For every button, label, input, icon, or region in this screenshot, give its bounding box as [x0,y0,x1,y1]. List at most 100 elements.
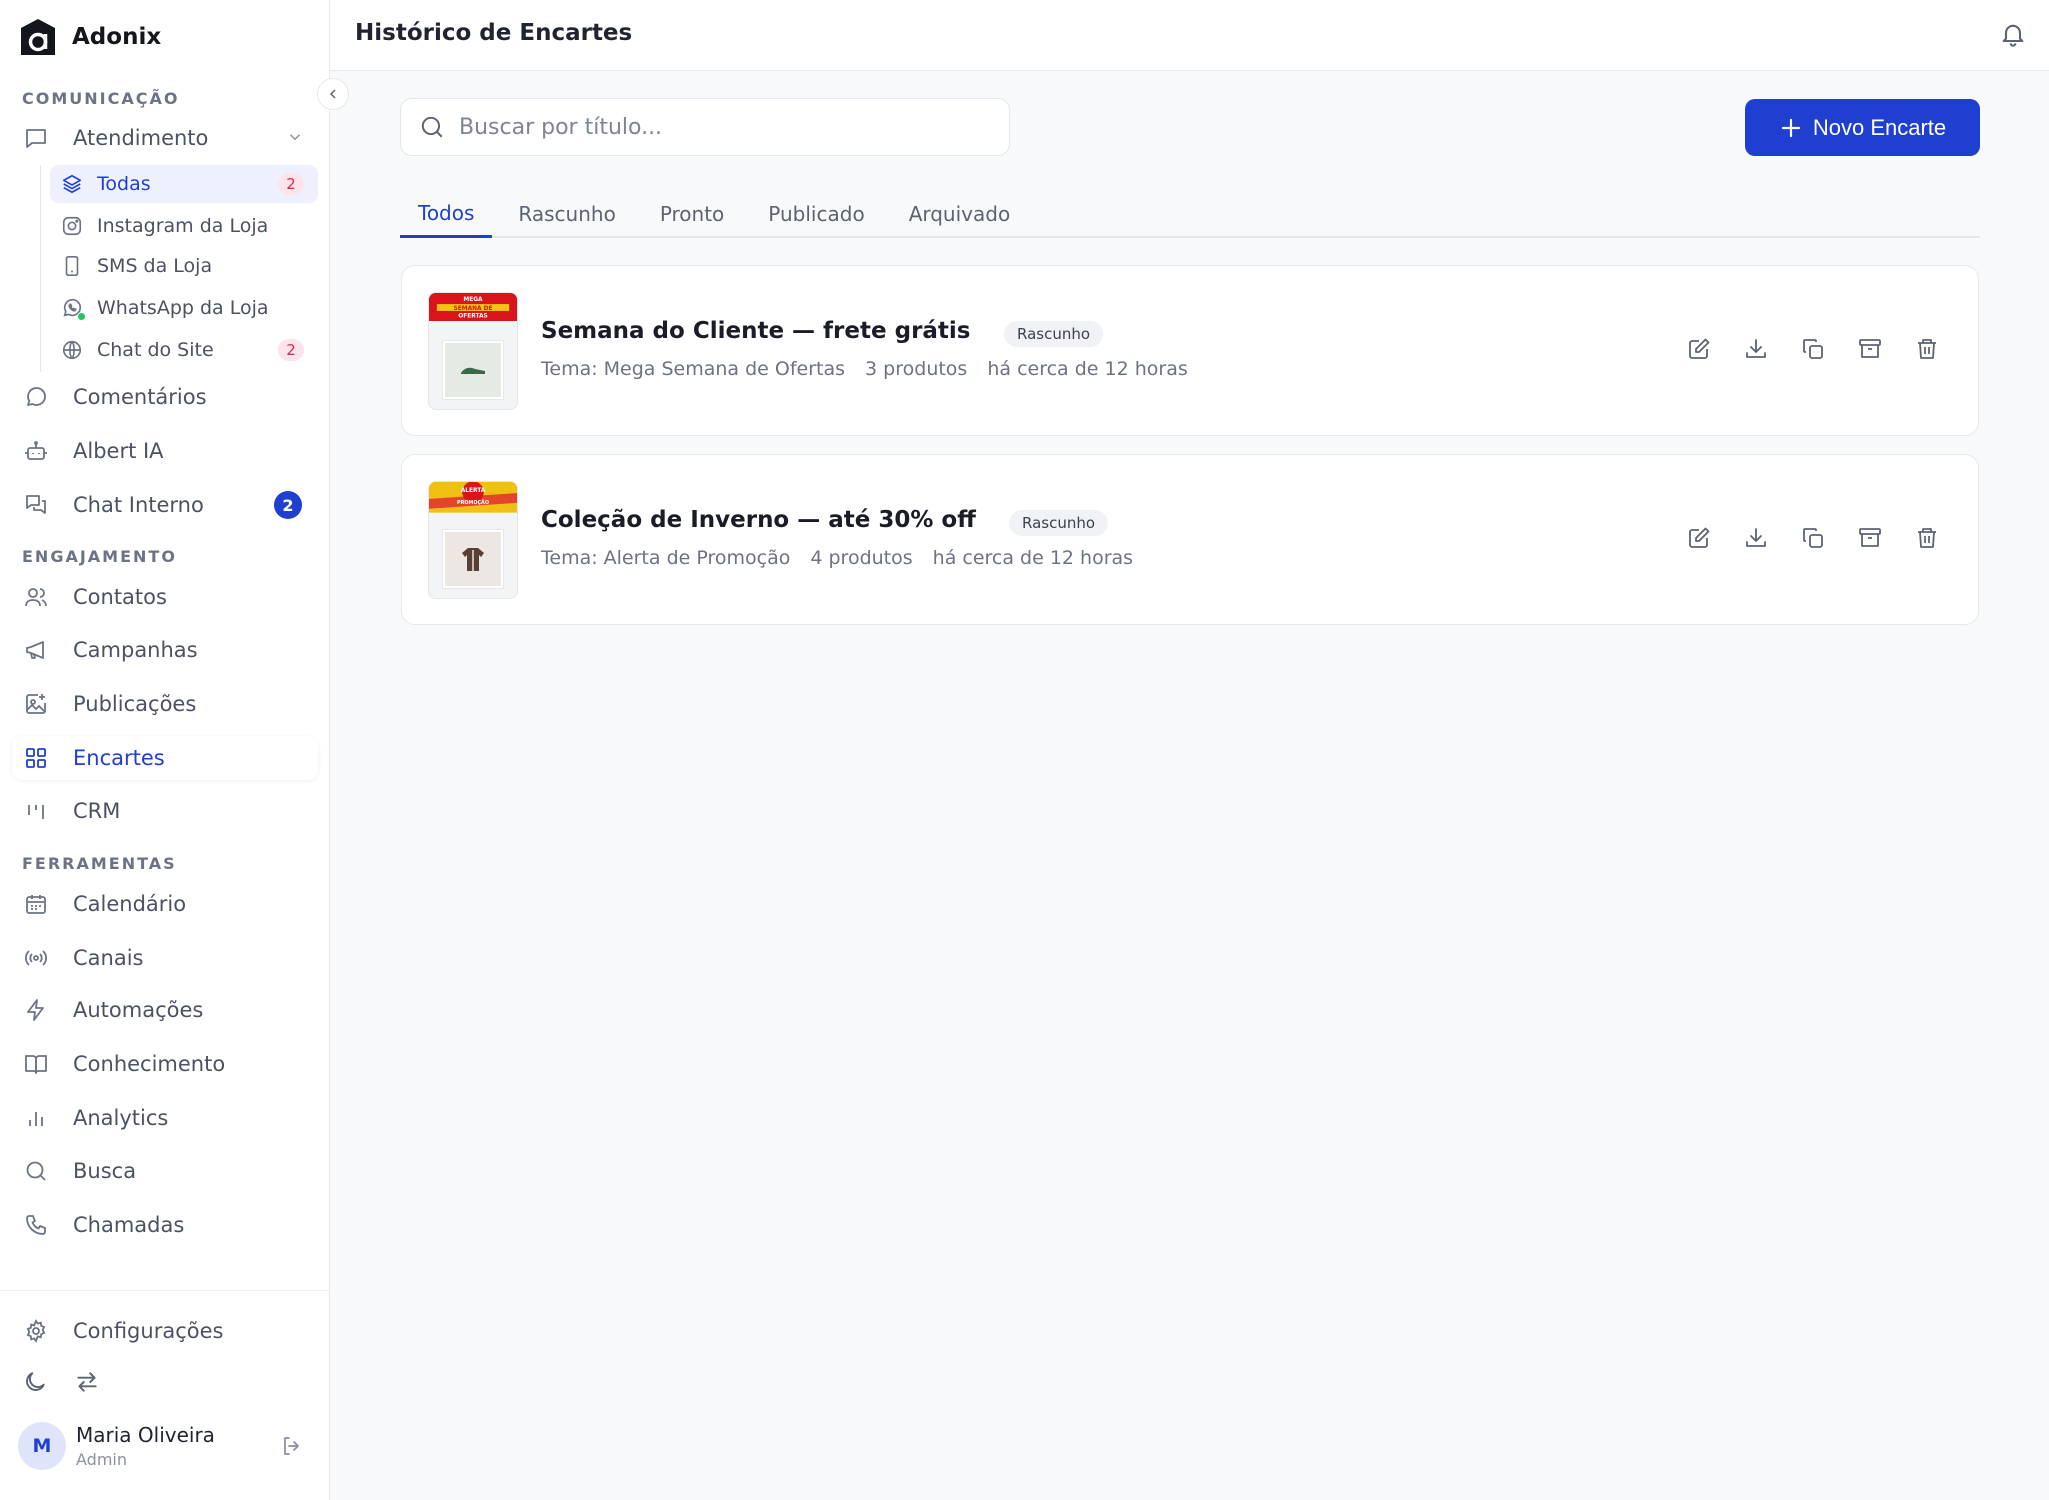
sidebar-item-label: Busca [73,1159,137,1183]
trash-icon[interactable] [1914,336,1940,362]
edit-icon[interactable] [1686,336,1712,362]
tab-pronto[interactable]: Pronto [642,190,742,238]
radio-icon [22,944,50,972]
encarte-card[interactable]: MEGA SEMANA DE OFERTAS Semana do Cliente… [401,265,1979,436]
thumb-text: PROMOÇÃO [457,499,489,506]
sidebar-item-conhecimento[interactable]: Conhecimento [12,1042,318,1086]
bot-icon [22,437,50,465]
logout-icon[interactable] [280,1434,304,1458]
card-time: há cerca de 12 horas [987,358,1188,380]
tab-rascunho[interactable]: Rascunho [500,190,633,238]
sidebar-collapse-button[interactable] [317,78,349,110]
sidebar-item-canais[interactable]: Canais [12,936,318,980]
new-encarte-button[interactable]: Novo Encarte [1745,99,1980,156]
kanban-icon [22,797,50,825]
count-badge: 2 [278,339,304,361]
tab-arquivado[interactable]: Arquivado [891,190,1029,238]
avatar: M [18,1422,66,1470]
sidebar-item-busca[interactable]: Busca [12,1149,318,1193]
sidebar-subitem-label: WhatsApp da Loja [97,297,269,319]
sidebar-subitem-sms[interactable]: SMS da Loja [50,247,318,285]
globe-icon [60,338,84,362]
brand[interactable]: Adonix [18,17,161,57]
trash-icon[interactable] [1914,525,1940,551]
sidebar-item-campanhas[interactable]: Campanhas [12,628,318,672]
new-encarte-label: Novo Encarte [1812,114,1947,140]
megaphone-icon [22,636,50,664]
footer-icon-row [22,1369,100,1395]
card-products: 3 produtos [865,358,968,380]
sidebar-item-chamadas[interactable]: Chamadas [12,1203,318,1247]
tab-publicado[interactable]: Publicado [750,190,882,238]
archive-icon[interactable] [1857,525,1883,551]
bar-chart-icon [22,1104,50,1132]
sidebar-subitem-todas[interactable]: Todas 2 [50,165,318,203]
product-image [443,341,503,399]
tab-todos[interactable]: Todos [400,190,493,238]
copy-icon[interactable] [1800,336,1826,362]
status-badge: Rascunho [1009,510,1109,536]
download-icon[interactable] [1743,525,1769,551]
sidebar-item-label: Analytics [73,1106,169,1130]
count-badge: 2 [274,491,302,519]
sidebar-subitem-label: Todas [97,173,151,195]
sidebar-item-publicacoes[interactable]: Publicações [12,682,318,726]
search-input[interactable] [459,114,959,140]
app-name: Adonix [72,24,162,50]
sidebar-item-label: Conhecimento [73,1052,226,1076]
card-time: há cerca de 12 horas [932,547,1134,569]
encarte-card[interactable]: ALERTA PROMOÇÃO Coleção de Inverno — até… [401,454,1979,625]
sidebar-subitem-instagram[interactable]: Instagram da Loja [50,207,318,245]
edit-icon[interactable] [1686,525,1712,551]
card-title: Semana do Cliente — frete grátis [541,318,971,344]
sidebar-item-crm[interactable]: CRM [12,789,318,833]
status-badge: Rascunho [1004,321,1104,347]
sidebar-item-label: CRM [73,799,121,823]
card-theme: Tema: Alerta de Promoção [541,547,791,569]
card-meta: Tema: Mega Semana de Ofertas 3 produtos … [541,358,1208,380]
card-actions [1686,336,1940,362]
user-name: Maria Oliveira [76,1423,215,1447]
switch-arrows-icon[interactable] [74,1369,100,1395]
page-title: Histórico de Encartes [355,20,633,46]
image-plus-icon [22,690,50,718]
archive-icon[interactable] [1857,336,1883,362]
chevron-left-icon [329,89,336,99]
sidebar-item-configuracoes[interactable]: Configurações [12,1309,318,1353]
sidebar-item-label: Configurações [73,1319,224,1343]
section-label-ferramentas: FERRAMENTAS [22,854,177,873]
thumb-text: SEMANA DE [454,306,493,312]
product-image [443,530,503,588]
thumbnail-banner: ALERTA PROMOÇÃO [429,482,517,513]
sidebar-subitem-whatsapp[interactable]: WhatsApp da Loja [50,289,318,327]
submenu-line [40,165,41,372]
bell-icon[interactable] [1999,20,2027,48]
sidebar-item-calendario[interactable]: Calendário [12,882,318,926]
sidebar-item-contatos[interactable]: Contatos [12,575,318,619]
sidebar-item-comentarios[interactable]: Comentários [12,375,318,419]
zap-icon [22,996,50,1024]
sidebar-item-chat-interno[interactable]: Chat Interno 2 [12,483,318,527]
sidebar-item-label: Chat Interno [73,493,204,517]
whatsapp-icon [60,296,86,321]
sidebar-item-albert-ia[interactable]: Albert IA [12,429,318,473]
thumbnail-banner-art: ALERTA PROMOÇÃO [429,482,517,513]
sidebar-item-automacoes[interactable]: Automações [12,988,318,1032]
sidebar-item-label: Chamadas [73,1213,185,1237]
sneaker-icon [461,367,485,374]
thumbnail-banner: MEGA SEMANA DE OFERTAS [429,293,517,321]
sidebar-item-analytics[interactable]: Analytics [12,1096,318,1140]
sidebar-item-label: Encartes [73,746,165,770]
card-products: 4 produtos [810,547,913,569]
user-profile[interactable]: M Maria Oliveira Admin [18,1422,215,1470]
chevron-down-icon[interactable] [286,128,304,146]
copy-icon[interactable] [1800,525,1826,551]
section-label-comunicacao: COMUNICAÇÃO [22,89,180,108]
moon-icon[interactable] [22,1369,48,1395]
sidebar-item-label: Canais [73,946,144,970]
search-box[interactable] [400,98,1010,156]
sidebar-item-encartes[interactable]: Encartes [12,736,318,780]
sidebar-item-atendimento[interactable]: Atendimento [12,116,318,160]
download-icon[interactable] [1743,336,1769,362]
sidebar-subitem-chat-site[interactable]: Chat do Site 2 [50,331,318,369]
